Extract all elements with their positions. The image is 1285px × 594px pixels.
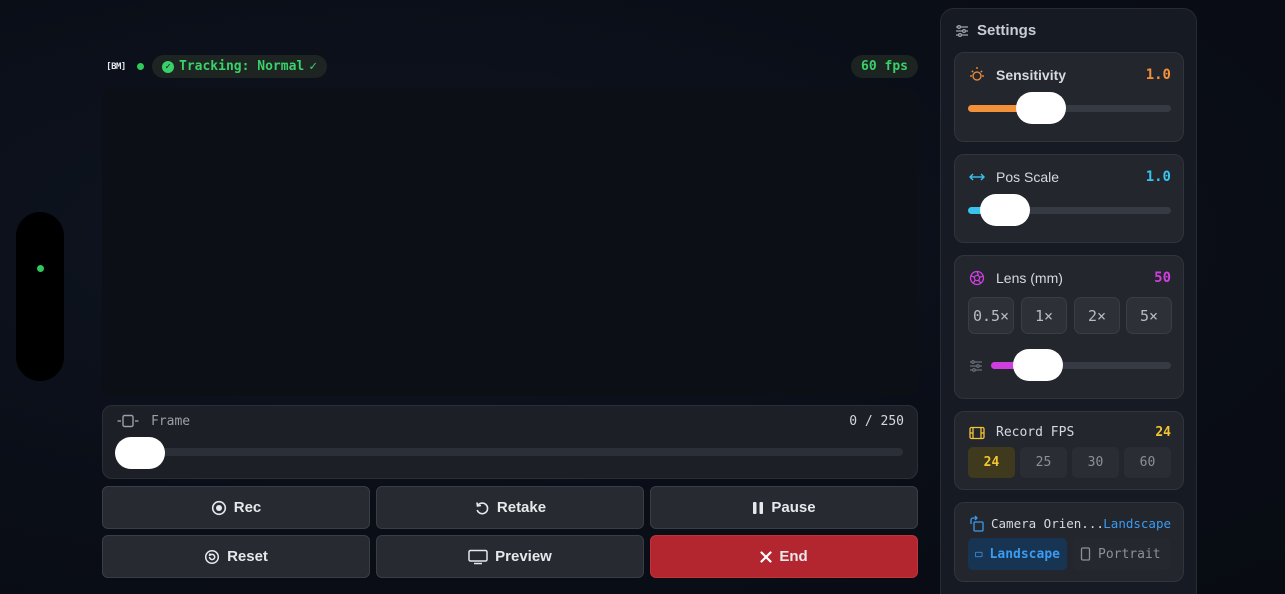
rotate-device-icon	[970, 515, 984, 532]
fps-option-30[interactable]: 30	[1072, 447, 1119, 478]
monitor-icon	[468, 549, 488, 565]
lens-slider-thumb[interactable]	[1012, 349, 1063, 381]
orientation-landscape-button[interactable]: Landscape	[968, 538, 1067, 570]
sensitivity-slider-thumb[interactable]	[1016, 92, 1067, 124]
lens-slider-track[interactable]	[991, 349, 1171, 381]
pos-scale-slider-track[interactable]	[968, 194, 1171, 226]
end-label: End	[779, 548, 808, 565]
camera-orientation-card: Camera Orien... Landscape Landscape Port…	[954, 502, 1184, 582]
frame-slider-thumb[interactable]	[115, 437, 165, 469]
rec-label: Rec	[233, 499, 262, 516]
status-bar: [BM] ✓ Tracking: Normal ✓ 60 fps	[102, 55, 918, 79]
record-icon	[211, 500, 227, 516]
preview-button[interactable]: Preview	[376, 535, 644, 578]
pos-scale-value: 1.0	[1145, 169, 1171, 185]
rotate-ccw-icon	[474, 500, 490, 516]
pause-icon	[752, 501, 764, 515]
settings-header: Settings	[955, 22, 1036, 39]
close-icon	[760, 550, 772, 563]
pos-scale-label: Pos Scale	[996, 169, 1060, 185]
pos-scale-slider-thumb[interactable]	[979, 194, 1030, 226]
side-handle[interactable]	[16, 212, 64, 381]
landscape-label: Landscape	[989, 546, 1060, 562]
connection-dot	[37, 265, 44, 272]
lens-preset-5x[interactable]: 5×	[1126, 297, 1172, 334]
landscape-icon	[975, 551, 983, 557]
horizontal-arrows-icon	[969, 173, 985, 181]
sensitivity-value: 1.0	[1145, 67, 1171, 83]
sensitivity-card: Sensitivity 1.0	[954, 52, 1184, 142]
tracking-status-text: Tracking: Normal	[179, 59, 305, 74]
fps-option-24[interactable]: 24	[968, 447, 1015, 478]
reset-label: Reset	[227, 548, 268, 565]
fps-option-25[interactable]: 25	[1020, 447, 1067, 478]
sliders-icon	[956, 24, 968, 37]
lens-value: 50	[1154, 270, 1171, 286]
frame-counter: 0 / 250	[849, 414, 904, 429]
frame-slider-track[interactable]	[117, 448, 903, 456]
frame-label: Frame	[151, 414, 191, 429]
sensitivity-label: Sensitivity	[996, 67, 1067, 83]
film-frame-icon	[117, 414, 139, 428]
settings-panel: Settings Sensitivity 1.0 Pos Scale 1.0 L…	[940, 8, 1197, 594]
settings-title: Settings	[977, 22, 1037, 39]
record-fps-card: Record FPS 24 24 25 30 60	[954, 411, 1184, 490]
camera-viewport[interactable]	[102, 88, 918, 396]
portrait-icon	[1080, 547, 1091, 561]
pos-scale-card: Pos Scale 1.0	[954, 154, 1184, 243]
lens-label: Lens (mm)	[996, 270, 1063, 286]
lens-preset-0-5x[interactable]: 0.5×	[968, 297, 1014, 334]
retake-label: Retake	[496, 499, 547, 516]
reset-button[interactable]: Reset	[102, 535, 370, 578]
frame-scrubber-panel: Frame 0 / 250	[102, 405, 918, 479]
film-icon	[969, 426, 985, 440]
rec-button[interactable]: Rec	[102, 486, 370, 529]
camera-orientation-label: Camera Orien...	[991, 516, 1104, 531]
pause-label: Pause	[771, 499, 816, 516]
tracking-check-mark: ✓	[309, 59, 318, 74]
lens-card: Lens (mm) 50 0.5× 1× 2× 5×	[954, 255, 1184, 399]
live-indicator-dot	[137, 63, 144, 70]
portrait-label: Portrait	[1098, 546, 1161, 562]
aperture-icon	[969, 270, 985, 286]
record-fps-value: 24	[1155, 425, 1171, 440]
camera-orientation-value: Landscape	[1103, 516, 1171, 531]
check-circle-icon: ✓	[162, 60, 174, 73]
fine-adjust-icon	[970, 360, 982, 372]
record-fps-label: Record FPS	[996, 425, 1075, 440]
preview-label: Preview	[495, 548, 552, 565]
tracking-status-badge: ✓ Tracking: Normal ✓	[152, 55, 328, 78]
fps-option-60[interactable]: 60	[1124, 447, 1171, 478]
lens-preset-2x[interactable]: 2×	[1074, 297, 1120, 334]
lens-preset-1x[interactable]: 1×	[1021, 297, 1067, 334]
pause-button[interactable]: Pause	[650, 486, 918, 529]
fps-badge: 60 fps	[851, 55, 918, 78]
orientation-portrait-button[interactable]: Portrait	[1073, 538, 1170, 570]
reset-icon	[204, 549, 220, 565]
sensitivity-slider-track[interactable]	[968, 92, 1171, 124]
sun-icon	[970, 67, 984, 81]
app-logo: [BM]	[106, 62, 126, 72]
end-button[interactable]: End	[650, 535, 918, 578]
retake-button[interactable]: Retake	[376, 486, 644, 529]
